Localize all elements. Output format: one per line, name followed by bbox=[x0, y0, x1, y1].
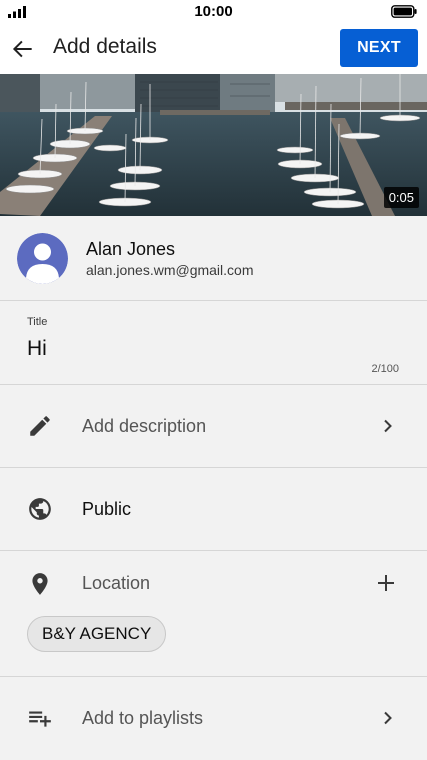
pencil-icon bbox=[30, 416, 50, 436]
title-char-counter: 2/100 bbox=[371, 363, 399, 375]
location-row: Location B&Y AGENCY bbox=[0, 551, 427, 677]
status-bar: 10:00 bbox=[0, 0, 427, 24]
location-label[interactable]: Location bbox=[82, 573, 150, 594]
avatar[interactable] bbox=[17, 233, 68, 284]
add-to-playlists-row[interactable]: Add to playlists bbox=[0, 677, 427, 760]
battery-icon bbox=[391, 5, 417, 18]
playlist-add-icon bbox=[29, 711, 51, 727]
video-thumbnail[interactable]: 0:05 bbox=[0, 74, 427, 216]
visibility-row[interactable]: Public bbox=[0, 468, 427, 551]
chevron-right-icon bbox=[384, 419, 392, 433]
title-field[interactable]: Title Hi 2/100 bbox=[0, 301, 427, 385]
page-title: Add details bbox=[53, 35, 157, 58]
visibility-label: Public bbox=[82, 499, 132, 519]
location-chip[interactable]: B&Y AGENCY bbox=[27, 616, 167, 652]
add-description-row[interactable]: Add description bbox=[0, 385, 427, 468]
title-input[interactable]: Hi bbox=[27, 337, 47, 361]
back-arrow-icon[interactable] bbox=[10, 36, 36, 62]
add-description-label: Add description bbox=[82, 416, 207, 436]
status-time: 10:00 bbox=[194, 3, 233, 20]
account-name: Alan Jones bbox=[86, 239, 176, 259]
next-button[interactable]: NEXT bbox=[340, 29, 418, 67]
chevron-right-icon bbox=[384, 711, 392, 725]
marina-scene-image bbox=[0, 74, 427, 216]
plus-icon[interactable] bbox=[376, 573, 396, 593]
globe-icon bbox=[29, 498, 51, 520]
app-bar: Add details NEXT bbox=[0, 24, 427, 74]
title-field-label: Title bbox=[27, 316, 48, 328]
account-section: Alan Jones alan.jones.wm@gmail.com bbox=[0, 216, 427, 301]
video-duration-badge: 0:05 bbox=[383, 187, 419, 208]
add-to-playlists-label: Add to playlists bbox=[82, 708, 204, 728]
account-email: alan.jones.wm@gmail.com bbox=[86, 262, 254, 278]
location-pin-icon bbox=[32, 573, 48, 595]
